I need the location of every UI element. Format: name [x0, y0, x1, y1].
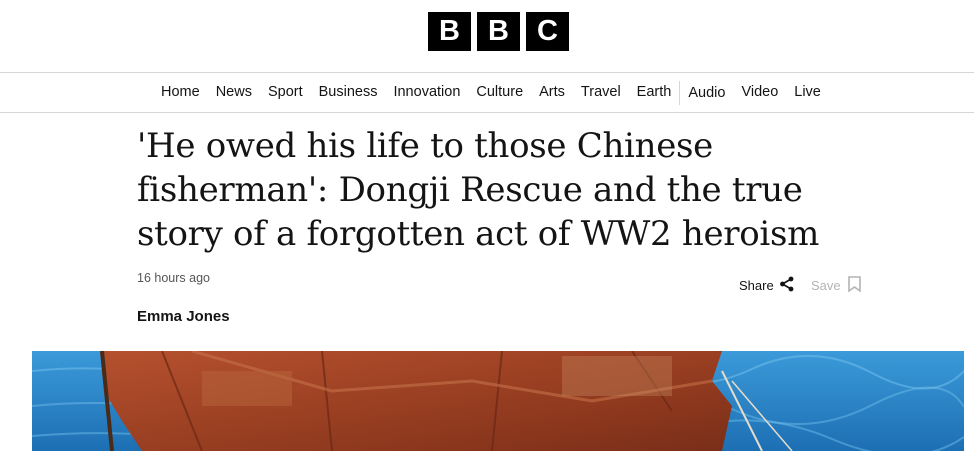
- nav-item-audio[interactable]: Audio: [679, 80, 733, 105]
- nav-item-innovation[interactable]: Innovation: [385, 73, 468, 112]
- nav-item-arts[interactable]: Arts: [531, 73, 573, 112]
- save-button[interactable]: Save: [811, 276, 861, 295]
- article-headline: 'He owed his life to those Chinese fishe…: [137, 126, 820, 254]
- masthead: B B C: [0, 0, 974, 73]
- nav-item-travel[interactable]: Travel: [573, 73, 629, 112]
- nav-item-live[interactable]: Live: [786, 73, 829, 112]
- logo-letter-c: C: [526, 12, 569, 51]
- nav-item-business[interactable]: Business: [311, 73, 386, 112]
- bbc-logo[interactable]: B B C: [428, 12, 569, 51]
- nav-item-culture[interactable]: Culture: [468, 73, 531, 112]
- share-button[interactable]: Share: [739, 276, 795, 295]
- nav-item-home[interactable]: Home: [153, 73, 208, 112]
- nav-item-sport[interactable]: Sport: [260, 73, 311, 112]
- save-label: Save: [811, 278, 841, 293]
- share-icon: [779, 276, 795, 295]
- hero-image: [32, 351, 964, 451]
- bookmark-icon: [847, 276, 861, 295]
- nav-item-earth[interactable]: Earth: [629, 73, 680, 112]
- main-nav: Home News Sport Business Innovation Cult…: [0, 73, 974, 113]
- logo-letter-b2: B: [477, 12, 520, 51]
- article-byline: Emma Jones: [137, 308, 230, 325]
- share-label: Share: [739, 278, 774, 293]
- logo-letter-b1: B: [428, 12, 471, 51]
- nav-item-video[interactable]: Video: [733, 73, 786, 112]
- article-timestamp: 16 hours ago: [137, 271, 210, 285]
- nav-item-news[interactable]: News: [208, 73, 260, 112]
